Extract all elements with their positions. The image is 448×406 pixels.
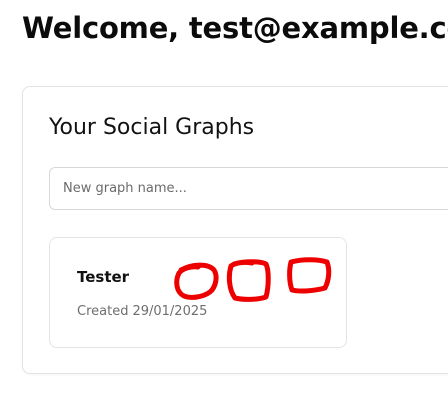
social-graphs-panel: Your Social Graphs Tester Created29/01/2… (22, 86, 448, 374)
page: Welcome, test@example.co Your Social Gra… (0, 0, 448, 406)
graph-created-date: Created 29/01/2025 (77, 304, 207, 319)
graph-name: Tester (77, 268, 130, 286)
panel-title: Your Social Graphs (49, 115, 255, 140)
welcome-heading: Welcome, test@example.co (22, 11, 448, 45)
graph-card[interactable]: Tester Created 29/01/2025 (49, 237, 347, 348)
created-label: Created (77, 304, 129, 319)
created-date-value: 29/01/2025 (132, 304, 208, 319)
new-graph-name-input[interactable] (49, 167, 448, 210)
